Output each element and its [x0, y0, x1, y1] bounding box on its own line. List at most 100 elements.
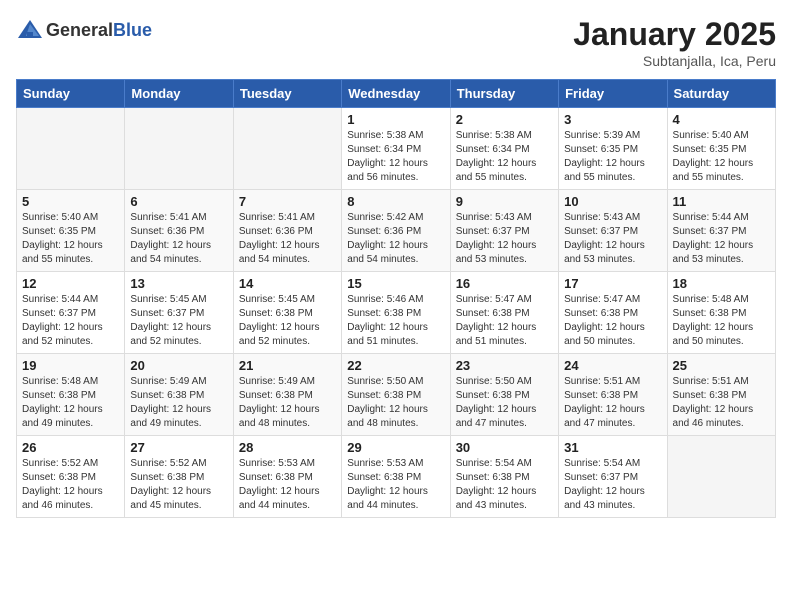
calendar-cell: 29 Sunrise: 5:53 AM Sunset: 6:38 PM Dayli…: [342, 436, 450, 518]
calendar-cell: 12 Sunrise: 5:44 AM Sunset: 6:37 PM Dayli…: [17, 272, 125, 354]
day-number: 11: [673, 194, 770, 209]
day-number: 26: [22, 440, 119, 455]
day-info: Sunrise: 5:52 AM Sunset: 6:38 PM Dayligh…: [130, 457, 227, 513]
day-info: Sunrise: 5:47 AM Sunset: 6:38 PM Dayligh…: [456, 293, 553, 349]
day-number: 8: [347, 194, 444, 209]
day-number: 6: [130, 194, 227, 209]
calendar-cell: 18 Sunrise: 5:48 AM Sunset: 6:38 PM Dayli…: [667, 272, 775, 354]
day-number: 17: [564, 276, 661, 291]
day-info: Sunrise: 5:47 AM Sunset: 6:38 PM Dayligh…: [564, 293, 661, 349]
calendar-cell: 5 Sunrise: 5:40 AM Sunset: 6:35 PM Daylig…: [17, 190, 125, 272]
day-number: 25: [673, 358, 770, 373]
day-info: Sunrise: 5:41 AM Sunset: 6:36 PM Dayligh…: [130, 211, 227, 267]
day-number: 13: [130, 276, 227, 291]
day-number: 19: [22, 358, 119, 373]
calendar-cell: 11 Sunrise: 5:44 AM Sunset: 6:37 PM Dayli…: [667, 190, 775, 272]
day-number: 5: [22, 194, 119, 209]
calendar-cell: 3Sunrise: 5:39 AM Sunset: 6:35 PM Daylig…: [559, 108, 667, 190]
day-number: 12: [22, 276, 119, 291]
calendar-week-row: 12 Sunrise: 5:44 AM Sunset: 6:37 PM Dayli…: [17, 272, 776, 354]
logo-general: General: [46, 20, 113, 41]
day-info: Sunrise: 5:50 AM Sunset: 6:38 PM Dayligh…: [347, 375, 444, 431]
day-number: 4: [673, 112, 770, 127]
calendar-cell: 14 Sunrise: 5:45 AM Sunset: 6:38 PM Dayli…: [233, 272, 341, 354]
calendar-cell: 27Sunrise: 5:52 AM Sunset: 6:38 PM Dayli…: [125, 436, 233, 518]
day-number: 16: [456, 276, 553, 291]
day-info: Sunrise: 5:49 AM Sunset: 6:38 PM Dayligh…: [239, 375, 336, 431]
weekday-header-wednesday: Wednesday: [342, 80, 450, 108]
location-subtitle: Subtanjalla, Ica, Peru: [573, 53, 776, 69]
day-info: Sunrise: 5:48 AM Sunset: 6:38 PM Dayligh…: [673, 293, 770, 349]
day-number: 7: [239, 194, 336, 209]
day-number: 28: [239, 440, 336, 455]
calendar-cell: 10 Sunrise: 5:43 AM Sunset: 6:37 PM Dayli…: [559, 190, 667, 272]
day-info: Sunrise: 5:50 AM Sunset: 6:38 PM Dayligh…: [456, 375, 553, 431]
calendar-cell: 24Sunrise: 5:51 AM Sunset: 6:38 PM Dayli…: [559, 354, 667, 436]
calendar-cell: 21Sunrise: 5:49 AM Sunset: 6:38 PM Dayli…: [233, 354, 341, 436]
calendar-cell: 30Sunrise: 5:54 AM Sunset: 6:38 PM Dayli…: [450, 436, 558, 518]
day-number: 23: [456, 358, 553, 373]
page-header: GeneralBlue January 2025 Subtanjalla, Ic…: [16, 16, 776, 69]
calendar-cell: 6 Sunrise: 5:41 AM Sunset: 6:36 PM Daylig…: [125, 190, 233, 272]
day-info: Sunrise: 5:51 AM Sunset: 6:38 PM Dayligh…: [564, 375, 661, 431]
day-number: 22: [347, 358, 444, 373]
title-block: January 2025 Subtanjalla, Ica, Peru: [573, 16, 776, 69]
calendar-table: SundayMondayTuesdayWednesdayThursdayFrid…: [16, 79, 776, 518]
day-info: Sunrise: 5:52 AM Sunset: 6:38 PM Dayligh…: [22, 457, 119, 513]
weekday-header-tuesday: Tuesday: [233, 80, 341, 108]
day-info: Sunrise: 5:53 AM Sunset: 6:38 PM Dayligh…: [347, 457, 444, 513]
day-info: Sunrise: 5:54 AM Sunset: 6:38 PM Dayligh…: [456, 457, 553, 513]
calendar-cell: 17 Sunrise: 5:47 AM Sunset: 6:38 PM Dayli…: [559, 272, 667, 354]
calendar-cell: 2Sunrise: 5:38 AM Sunset: 6:34 PM Daylig…: [450, 108, 558, 190]
calendar-week-row: 1Sunrise: 5:38 AM Sunset: 6:34 PM Daylig…: [17, 108, 776, 190]
calendar-cell: 8Sunrise: 5:42 AM Sunset: 6:36 PM Daylig…: [342, 190, 450, 272]
day-info: Sunrise: 5:39 AM Sunset: 6:35 PM Dayligh…: [564, 129, 661, 185]
weekday-header-saturday: Saturday: [667, 80, 775, 108]
calendar-week-row: 26 Sunrise: 5:52 AM Sunset: 6:38 PM Dayli…: [17, 436, 776, 518]
calendar-cell: [125, 108, 233, 190]
calendar-cell: 4 Sunrise: 5:40 AM Sunset: 6:35 PM Daylig…: [667, 108, 775, 190]
calendar-cell: 9Sunrise: 5:43 AM Sunset: 6:37 PM Daylig…: [450, 190, 558, 272]
calendar-cell: 25 Sunrise: 5:51 AM Sunset: 6:38 PM Dayli…: [667, 354, 775, 436]
calendar-cell: 22 Sunrise: 5:50 AM Sunset: 6:38 PM Dayli…: [342, 354, 450, 436]
day-number: 15: [347, 276, 444, 291]
weekday-header-sunday: Sunday: [17, 80, 125, 108]
calendar-cell: 16 Sunrise: 5:47 AM Sunset: 6:38 PM Dayli…: [450, 272, 558, 354]
day-number: 10: [564, 194, 661, 209]
day-info: Sunrise: 5:45 AM Sunset: 6:38 PM Dayligh…: [239, 293, 336, 349]
calendar-cell: [233, 108, 341, 190]
weekday-header-monday: Monday: [125, 80, 233, 108]
day-number: 18: [673, 276, 770, 291]
calendar-week-row: 5 Sunrise: 5:40 AM Sunset: 6:35 PM Daylig…: [17, 190, 776, 272]
day-info: Sunrise: 5:45 AM Sunset: 6:37 PM Dayligh…: [130, 293, 227, 349]
day-info: Sunrise: 5:49 AM Sunset: 6:38 PM Dayligh…: [130, 375, 227, 431]
calendar-cell: 7 Sunrise: 5:41 AM Sunset: 6:36 PM Daylig…: [233, 190, 341, 272]
day-info: Sunrise: 5:54 AM Sunset: 6:37 PM Dayligh…: [564, 457, 661, 513]
day-info: Sunrise: 5:40 AM Sunset: 6:35 PM Dayligh…: [22, 211, 119, 267]
day-info: Sunrise: 5:44 AM Sunset: 6:37 PM Dayligh…: [22, 293, 119, 349]
calendar-cell: 15Sunrise: 5:46 AM Sunset: 6:38 PM Dayli…: [342, 272, 450, 354]
day-info: Sunrise: 5:51 AM Sunset: 6:38 PM Dayligh…: [673, 375, 770, 431]
day-number: 31: [564, 440, 661, 455]
day-number: 14: [239, 276, 336, 291]
day-info: Sunrise: 5:40 AM Sunset: 6:35 PM Dayligh…: [673, 129, 770, 185]
calendar-cell: [667, 436, 775, 518]
day-number: 29: [347, 440, 444, 455]
day-info: Sunrise: 5:41 AM Sunset: 6:36 PM Dayligh…: [239, 211, 336, 267]
weekday-header-thursday: Thursday: [450, 80, 558, 108]
day-number: 20: [130, 358, 227, 373]
day-number: 2: [456, 112, 553, 127]
calendar-cell: 28 Sunrise: 5:53 AM Sunset: 6:38 PM Dayli…: [233, 436, 341, 518]
day-number: 9: [456, 194, 553, 209]
calendar-cell: [17, 108, 125, 190]
day-info: Sunrise: 5:43 AM Sunset: 6:37 PM Dayligh…: [564, 211, 661, 267]
day-info: Sunrise: 5:48 AM Sunset: 6:38 PM Dayligh…: [22, 375, 119, 431]
logo-icon: [16, 16, 44, 44]
calendar-cell: 19 Sunrise: 5:48 AM Sunset: 6:38 PM Dayli…: [17, 354, 125, 436]
calendar-cell: 20 Sunrise: 5:49 AM Sunset: 6:38 PM Dayli…: [125, 354, 233, 436]
day-info: Sunrise: 5:53 AM Sunset: 6:38 PM Dayligh…: [239, 457, 336, 513]
weekday-header-friday: Friday: [559, 80, 667, 108]
day-info: Sunrise: 5:44 AM Sunset: 6:37 PM Dayligh…: [673, 211, 770, 267]
day-info: Sunrise: 5:38 AM Sunset: 6:34 PM Dayligh…: [347, 129, 444, 185]
calendar-cell: 13 Sunrise: 5:45 AM Sunset: 6:37 PM Dayli…: [125, 272, 233, 354]
